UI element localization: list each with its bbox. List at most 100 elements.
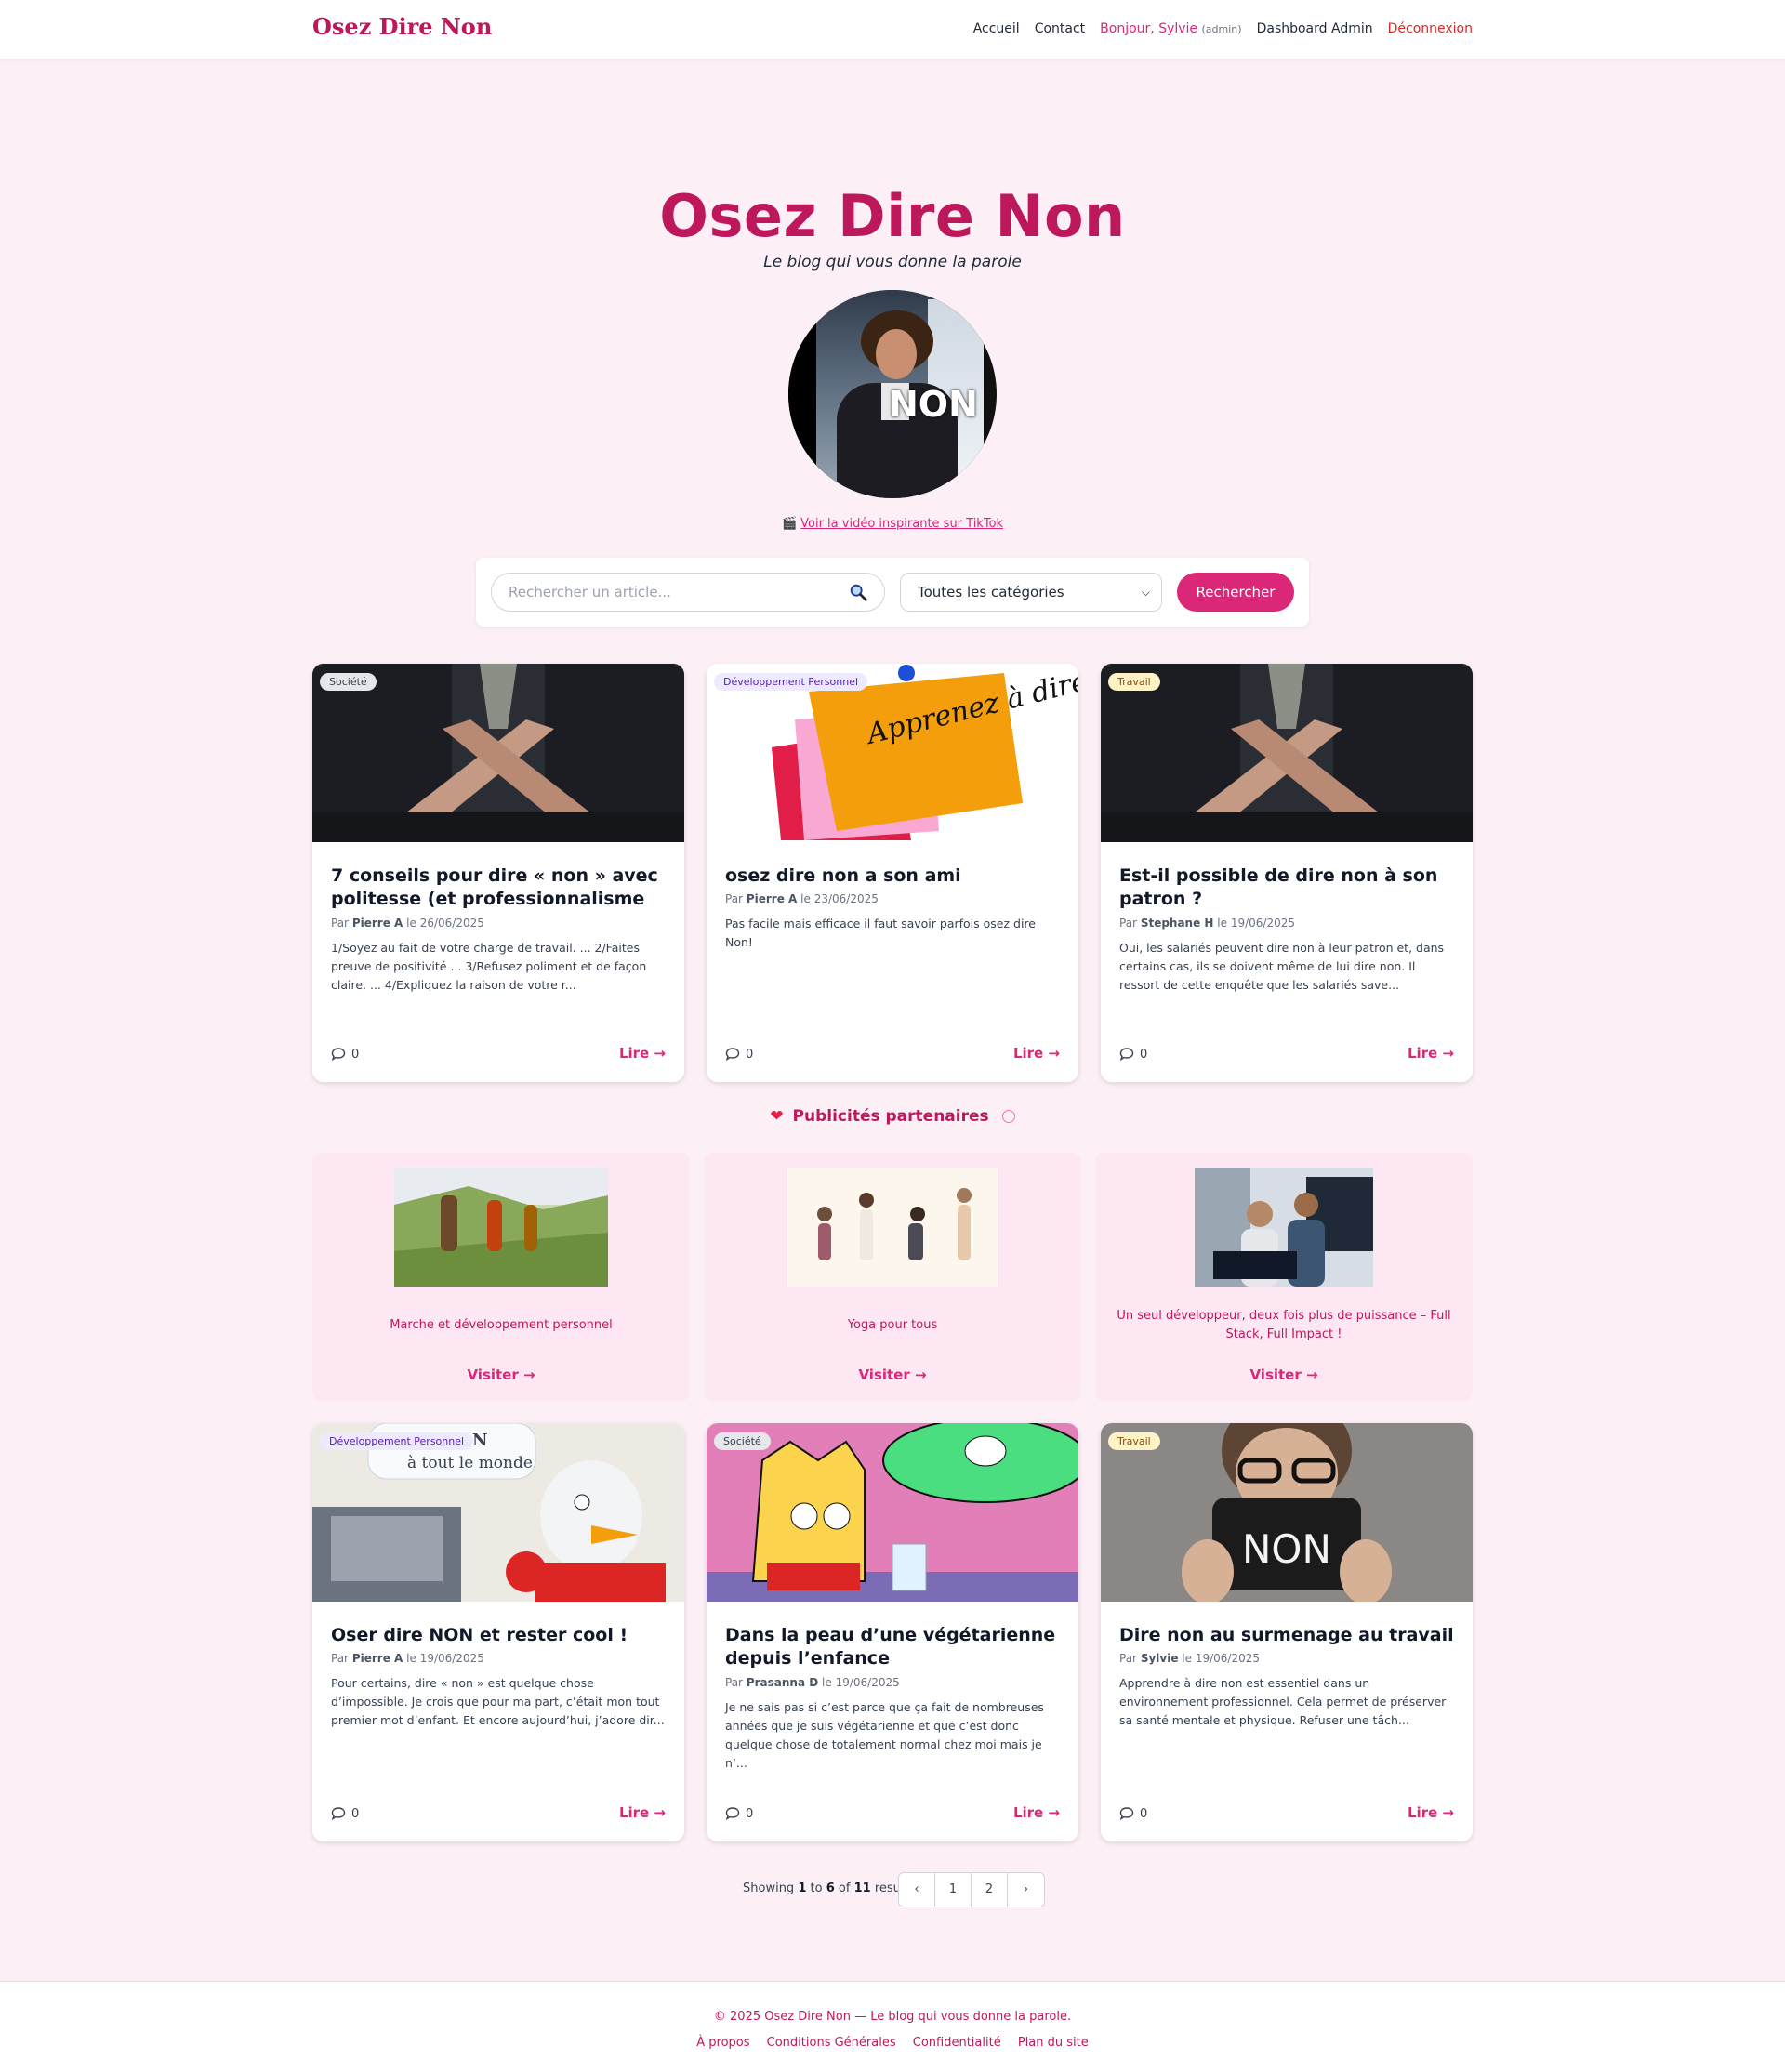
read-link[interactable]: Lire → bbox=[1013, 1804, 1060, 1821]
article-date: 26/06/2025 bbox=[419, 917, 484, 930]
hero-subtitle: Le blog qui vous donne la parole bbox=[763, 253, 1022, 271]
comment-count: 0 bbox=[1119, 1047, 1147, 1062]
ad-visit-link[interactable]: Visiter → bbox=[312, 1366, 690, 1383]
footer-copyright: © 2025 Osez Dire Non — Le blog qui vous … bbox=[713, 2010, 1072, 2024]
info-icon[interactable] bbox=[1001, 1110, 1015, 1123]
hero-image-non-text: NON bbox=[889, 384, 978, 425]
article-thumbnail[interactable]: Travail bbox=[1101, 664, 1473, 842]
article-title[interactable]: Oser dire NON et rester cool ! bbox=[331, 1624, 666, 1647]
nav-dashboard-link[interactable]: Dashboard Admin bbox=[1257, 21, 1373, 36]
article-card[interactable]: Société 7 conseils pour dire « non » ave… bbox=[312, 664, 684, 1082]
article-excerpt: Apprendre à dire non est essentiel dans … bbox=[1119, 1676, 1447, 1727]
hero-title: Osez Dire Non bbox=[659, 182, 1126, 250]
read-link[interactable]: Lire → bbox=[619, 1804, 666, 1821]
article-title[interactable]: Dire non au surmenage au travail bbox=[1119, 1624, 1454, 1647]
article-excerpt: Pour certains, dire « non » est quelque … bbox=[331, 1676, 665, 1727]
comment-icon bbox=[331, 1807, 346, 1821]
read-link[interactable]: Lire → bbox=[619, 1045, 666, 1062]
search-button[interactable]: Rechercher bbox=[1177, 573, 1294, 612]
article-card[interactable]: NON Travail Dire non au surmenage au tra… bbox=[1101, 1423, 1473, 1841]
article-meta: Par Stephane H le 19/06/2025 bbox=[1119, 917, 1296, 930]
article-thumbnail[interactable]: Société bbox=[312, 664, 684, 842]
comment-count: 0 bbox=[1119, 1806, 1147, 1821]
ad-label: Yoga pour tous bbox=[847, 1318, 938, 1332]
category-select-value: Toutes les catégories bbox=[918, 584, 1064, 600]
article-card[interactable]: Apprenez à dire non ! Développement Pers… bbox=[707, 664, 1078, 1082]
search-input[interactable] bbox=[491, 573, 885, 612]
category-badge: Travail bbox=[1108, 1432, 1160, 1450]
comment-icon bbox=[331, 1048, 346, 1062]
article-card[interactable]: à tout le monde N Développement Personne… bbox=[312, 1423, 684, 1841]
nav-links: Accueil Contact Bonjour, Sylvie (admin) … bbox=[973, 21, 1473, 36]
comment-count: 0 bbox=[725, 1806, 753, 1821]
category-select[interactable]: Toutes les catégories ⌵ bbox=[900, 573, 1162, 612]
svg-text:NON: NON bbox=[1242, 1526, 1331, 1572]
article-title[interactable]: Dans la peau d’une végétarienne depuis l… bbox=[725, 1624, 1060, 1670]
pagination-page-1[interactable]: 1 bbox=[935, 1873, 972, 1907]
tiktok-video-link-text[interactable]: Voir la vidéo inspirante sur TikTok bbox=[800, 517, 1003, 531]
heart-icon: ❤ bbox=[770, 1107, 784, 1126]
ads-section-title: ❤ Publicités partenaires bbox=[0, 1107, 1785, 1126]
article-thumbnail[interactable]: Apprenez à dire non ! Développement Pers… bbox=[707, 664, 1078, 842]
category-badge: Développement Personnel bbox=[714, 673, 868, 691]
article-author: Pierre A bbox=[351, 1652, 403, 1665]
article-author: Pierre A bbox=[746, 892, 798, 905]
user-role: (admin) bbox=[1201, 23, 1242, 35]
article-author: Sylvie bbox=[1140, 1652, 1179, 1665]
article-thumbnail[interactable]: Société bbox=[707, 1423, 1078, 1602]
logout-link[interactable]: Déconnexion bbox=[1388, 21, 1473, 36]
brand-logo[interactable]: Osez Dire Non bbox=[312, 13, 492, 40]
svg-text:N: N bbox=[472, 1431, 487, 1450]
article-meta: Par Pierre A le 23/06/2025 bbox=[725, 892, 879, 905]
article-meta: Par Sylvie le 19/06/2025 bbox=[1119, 1652, 1261, 1665]
chevron-left-icon: ‹ bbox=[914, 1882, 919, 1896]
ad-card[interactable]: Yoga pour tous Visiter → bbox=[704, 1153, 1081, 1401]
ad-card[interactable]: Un seul développeur, deux fois plus de p… bbox=[1095, 1153, 1473, 1401]
read-link[interactable]: Lire → bbox=[1408, 1045, 1454, 1062]
comment-count: 0 bbox=[331, 1806, 359, 1821]
article-title[interactable]: Est-il possible de dire non à son patron… bbox=[1119, 864, 1454, 911]
pagination-prev-button[interactable]: ‹ bbox=[899, 1873, 935, 1907]
ad-image[interactable] bbox=[394, 1168, 608, 1287]
comment-count: 0 bbox=[725, 1047, 753, 1062]
chevron-right-icon: › bbox=[1023, 1882, 1029, 1896]
ad-image[interactable] bbox=[787, 1168, 998, 1287]
article-author: Stephane H bbox=[1140, 917, 1214, 930]
tiktok-video-link[interactable]: 🎬 Voir la vidéo inspirante sur TikTok bbox=[0, 517, 1785, 531]
pagination-summary: Showing 1 to 6 of 11 results bbox=[743, 1881, 916, 1895]
article-meta: Par Pierre A le 26/06/2025 bbox=[331, 917, 484, 930]
article-card[interactable]: Travail Est-il possible de dire non à so… bbox=[1101, 664, 1473, 1082]
footer-link-sitemap[interactable]: Plan du site bbox=[1018, 2036, 1089, 2050]
article-thumbnail[interactable]: à tout le monde N Développement Personne… bbox=[312, 1423, 684, 1602]
ad-label: Un seul développeur, deux fois plus de p… bbox=[1117, 1309, 1451, 1341]
nav-contact-link[interactable]: Contact bbox=[1035, 21, 1085, 36]
article-thumbnail[interactable]: NON Travail bbox=[1101, 1423, 1473, 1602]
category-badge: Société bbox=[714, 1432, 771, 1450]
pagination-next-button[interactable]: › bbox=[1008, 1873, 1044, 1907]
pagination-page-2[interactable]: 2 bbox=[972, 1873, 1008, 1907]
footer-link-privacy[interactable]: Confidentialité bbox=[913, 2036, 1001, 2050]
article-excerpt: Pas facile mais efficace il faut savoir … bbox=[725, 917, 1036, 949]
hero-image: NON bbox=[788, 290, 997, 498]
read-link[interactable]: Lire → bbox=[1408, 1804, 1454, 1821]
article-date: 19/06/2025 bbox=[835, 1676, 900, 1689]
ad-image[interactable] bbox=[1195, 1168, 1373, 1287]
chevron-down-icon: ⌵ bbox=[1141, 586, 1150, 599]
article-date: 19/06/2025 bbox=[419, 1652, 484, 1665]
article-meta: Par Prasanna D le 19/06/2025 bbox=[725, 1676, 900, 1689]
category-badge: Travail bbox=[1108, 673, 1160, 691]
article-title[interactable]: 7 conseils pour dire « non » avec polite… bbox=[331, 864, 666, 911]
read-link[interactable]: Lire → bbox=[1013, 1045, 1060, 1062]
ad-card[interactable]: Marche et développement personnel Visite… bbox=[312, 1153, 690, 1401]
article-excerpt: 1/Soyez au fait de votre charge de trava… bbox=[331, 941, 647, 992]
category-badge: Développement Personnel bbox=[320, 1432, 474, 1450]
footer-link-terms[interactable]: Conditions Générales bbox=[767, 2036, 896, 2050]
article-card[interactable]: Société Dans la peau d’une végétarienne … bbox=[707, 1423, 1078, 1841]
nav-home-link[interactable]: Accueil bbox=[973, 21, 1020, 36]
article-title[interactable]: osez dire non a son ami bbox=[725, 864, 1060, 888]
ad-visit-link[interactable]: Visiter → bbox=[704, 1366, 1081, 1383]
footer-link-about[interactable]: À propos bbox=[696, 2036, 749, 2050]
article-excerpt: Oui, les salariés peuvent dire non à leu… bbox=[1119, 941, 1445, 992]
search-icon[interactable] bbox=[848, 582, 868, 602]
ad-visit-link[interactable]: Visiter → bbox=[1095, 1366, 1473, 1383]
